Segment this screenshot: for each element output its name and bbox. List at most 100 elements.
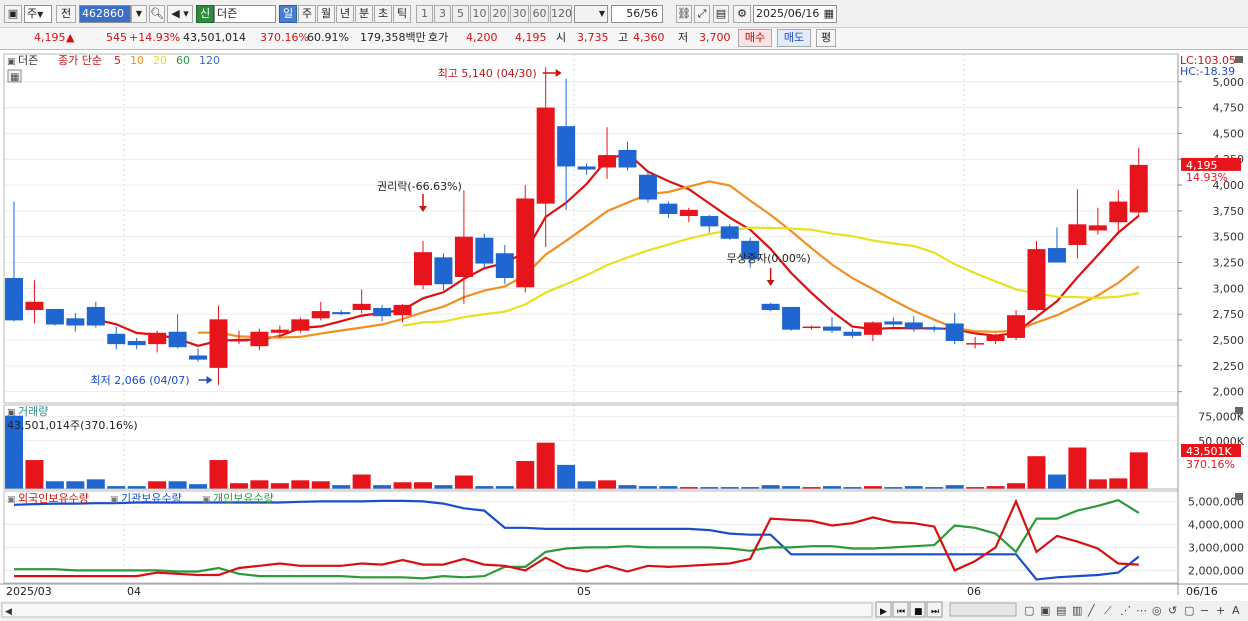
volume-bar (414, 482, 432, 489)
volume-bar (311, 481, 330, 489)
new-listing-badge[interactable]: 신 (196, 5, 214, 23)
holdings-legend-box: ▣ (202, 495, 211, 505)
legend-series-label: 종가 단순 (58, 54, 102, 67)
holdings-legend-2: 개인보유수량 (213, 492, 274, 505)
market-type-select[interactable]: 주▼ (24, 5, 52, 23)
volume-bar (1047, 474, 1066, 489)
date-value: 2025/06/16 (756, 7, 820, 20)
candle-body (1088, 225, 1107, 231)
candle-body (700, 216, 719, 227)
rights-annotation: 권리락(-66.63%) (377, 180, 462, 193)
legend-stock-name: 더즌 (18, 54, 38, 67)
search-icon[interactable]: 🔍︎ (149, 5, 165, 23)
volume-bar (332, 485, 351, 489)
price-tick-label: 2,500 (1213, 334, 1245, 347)
avg-button[interactable]: 평 (816, 29, 836, 47)
candle-body (761, 303, 780, 311)
volume-bar (536, 442, 555, 489)
interval-button-5[interactable]: 5 (452, 5, 469, 23)
volume-panel-close-icon (1235, 407, 1243, 414)
stock-chart[interactable]: 5,0004,7504,5004,2504,0003,7503,5003,250… (0, 50, 1248, 621)
buy-button[interactable]: 매수 (738, 29, 772, 47)
price-tick-label: 2,000 (1213, 386, 1245, 399)
price-change-pct: +14.93% (129, 31, 181, 44)
interval-button-1[interactable]: 1 (416, 5, 433, 23)
calendar-icon[interactable]: ▦ (824, 6, 834, 22)
x-axis-label: 2025/03 (6, 585, 52, 598)
count-field[interactable]: 56/56 (611, 5, 663, 23)
interval-button-20[interactable]: 20 (490, 5, 509, 23)
volume-bar (1027, 456, 1046, 489)
price-panel-close-icon (1235, 56, 1243, 63)
x-axis-label: 06/16 (1186, 585, 1218, 598)
interval-button-30[interactable]: 30 (510, 5, 529, 23)
period-button-3[interactable]: 년 (336, 5, 354, 23)
chart-background (0, 50, 1248, 621)
candle-body (332, 312, 351, 315)
prev-button[interactable]: 전 (56, 5, 76, 23)
gear-icon[interactable]: ⚙ (733, 5, 751, 23)
volume-bar (352, 474, 371, 489)
volume-bar (454, 475, 473, 489)
period-button-6[interactable]: 틱 (393, 5, 411, 23)
candle-body (598, 155, 617, 168)
interval-button-120[interactable]: 120 (550, 5, 572, 23)
save-icon[interactable]: ▤ (713, 5, 729, 23)
table-icon-glyph: ▦ (10, 72, 19, 83)
price-tick-label: 3,500 (1213, 231, 1245, 244)
stock-name-field[interactable]: 더즌 (214, 5, 276, 23)
grid-tool-icon: ▤ (1056, 604, 1066, 617)
candle-body (1027, 249, 1046, 311)
holdings-legend-box: ▣ (110, 495, 119, 505)
price-tick-label: 3,000 (1213, 282, 1245, 295)
last-icon: ⏭ (931, 607, 939, 617)
dropdown-arrow-icon: ▼ (37, 10, 44, 19)
candle-body (475, 237, 494, 264)
interval-button-60[interactable]: 60 (530, 5, 549, 23)
candle-body (904, 322, 923, 329)
volume-bar (1007, 483, 1026, 489)
candle-body (1109, 201, 1128, 223)
candle-body (638, 174, 657, 200)
candle-body (945, 323, 964, 342)
scroll-right-icon: ▶ (880, 607, 887, 617)
volume-bar (1068, 447, 1087, 489)
bid-price: 4,195 (515, 31, 547, 44)
candle-body (189, 355, 208, 360)
code-dropdown-icon[interactable]: ▼ (131, 5, 147, 23)
period-button-2[interactable]: 월 (317, 5, 335, 23)
period-button-1[interactable]: 주 (298, 5, 316, 23)
period-button-5[interactable]: 초 (374, 5, 392, 23)
holdings-panel-close-icon (1235, 493, 1243, 500)
period-button-4[interactable]: 분 (355, 5, 373, 23)
candle-body (454, 236, 473, 277)
first-icon: ⏮ (897, 607, 905, 617)
sell-button[interactable]: 매도 (777, 29, 811, 47)
candle-body (577, 166, 596, 170)
candle-body (823, 326, 841, 331)
candle-body (679, 209, 698, 217)
pct-tag-value: 14.93% (1186, 171, 1228, 184)
date-field[interactable]: 2025/06/16 ▦ (753, 5, 837, 23)
market-type-value: 주 (27, 7, 38, 20)
scrollbar-track (1, 602, 873, 618)
expand-icon[interactable]: ⤢ (694, 5, 710, 23)
link-icon[interactable]: ⛓ (676, 5, 692, 23)
open-price: 3,735 (577, 31, 609, 44)
interval-select[interactable]: ▼ (574, 5, 608, 23)
speaker-icon[interactable]: ◀ ▾ (167, 5, 193, 23)
stock-code-input[interactable]: 462860 (79, 5, 131, 23)
current-price: 4,195 (34, 31, 66, 44)
interval-button-10[interactable]: 10 (470, 5, 489, 23)
volume-bar (86, 479, 105, 489)
candle-body (393, 304, 412, 316)
period-button-0[interactable]: 일 (279, 5, 297, 23)
candle-body (270, 329, 289, 333)
rect-tool-icon: ▢ (1024, 604, 1034, 617)
volume-bar (45, 481, 64, 489)
volume-bar (229, 483, 248, 489)
candle-body (618, 149, 637, 168)
window-menu-icon[interactable]: ▣ (4, 5, 22, 23)
split-tool-icon: ▥ (1072, 604, 1082, 617)
interval-button-3[interactable]: 3 (434, 5, 451, 23)
